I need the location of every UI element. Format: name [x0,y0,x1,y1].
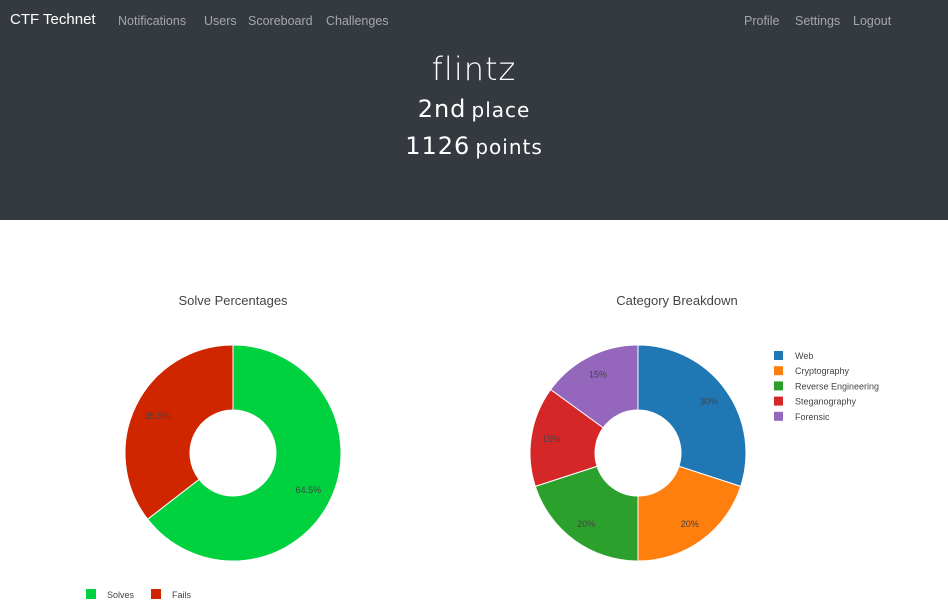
legend-swatch-steganography [774,396,783,406]
nav-challenges[interactable]: Challenges [326,14,389,28]
solve-chart-title: Solve Percentages [178,293,288,308]
legend-swatch-cryptography [774,366,783,376]
legend-item-fails[interactable]: Fails [172,590,192,600]
nav-settings[interactable]: Settings [795,14,840,28]
nav-users[interactable]: Users [204,14,237,28]
navbar: CTF Technet Notifications Users Scoreboa… [0,0,948,42]
nav-scoreboard[interactable]: Scoreboard [248,14,313,28]
category-chart-title: Category Breakdown [616,293,738,308]
legend-item-solves[interactable]: Solves [107,590,135,600]
legend-item-reverse-engineering[interactable]: Reverse Engineering [795,381,879,391]
place-line: 2nd place [0,95,948,123]
solve-percentages-chart: 64.5% 35.5% Solves Fails [86,344,342,600]
slice-label-fails: 35.5% [145,411,171,421]
points-line: 1126 points [0,132,948,160]
legend-item-web[interactable]: Web [795,351,813,361]
place-number: 2nd [417,95,467,123]
profile-header: CTF Technet Notifications Users Scoreboa… [0,0,948,220]
nav-profile[interactable]: Profile [744,14,779,28]
nav-logout[interactable]: Logout [853,14,891,28]
legend-swatch-fails [151,589,161,599]
legend-swatch-solves [86,589,96,599]
legend-swatch-forensic [774,411,783,421]
points-label: points [475,135,543,159]
legend-item-forensic[interactable]: Forensic [795,412,830,422]
slice-label-steganography: 15% [542,434,560,444]
brand-link[interactable]: CTF Technet [10,11,96,28]
slice-label-reverse-engineering: 20% [577,519,595,529]
legend-item-cryptography[interactable]: Cryptography [795,366,850,376]
slice-web[interactable] [637,344,747,488]
slice-label-forensic: 15% [589,370,607,380]
slice-label-solves: 64.5% [296,485,322,495]
legend-item-steganography[interactable]: Steganography [795,397,857,407]
slice-label-cryptography: 20% [681,519,699,529]
place-label: place [471,98,531,122]
legend-swatch-web [774,351,783,360]
category-breakdown-chart: 30% 20% 20% 15% 15% Web Cryptography Reverse En… [529,344,879,562]
points-number: 1126 [405,132,471,160]
nav-notifications[interactable]: Notifications [118,14,186,28]
user-name: flintz [431,50,517,88]
slice-label-web: 30% [700,396,718,406]
legend-swatch-reverse-engineering [774,381,783,391]
